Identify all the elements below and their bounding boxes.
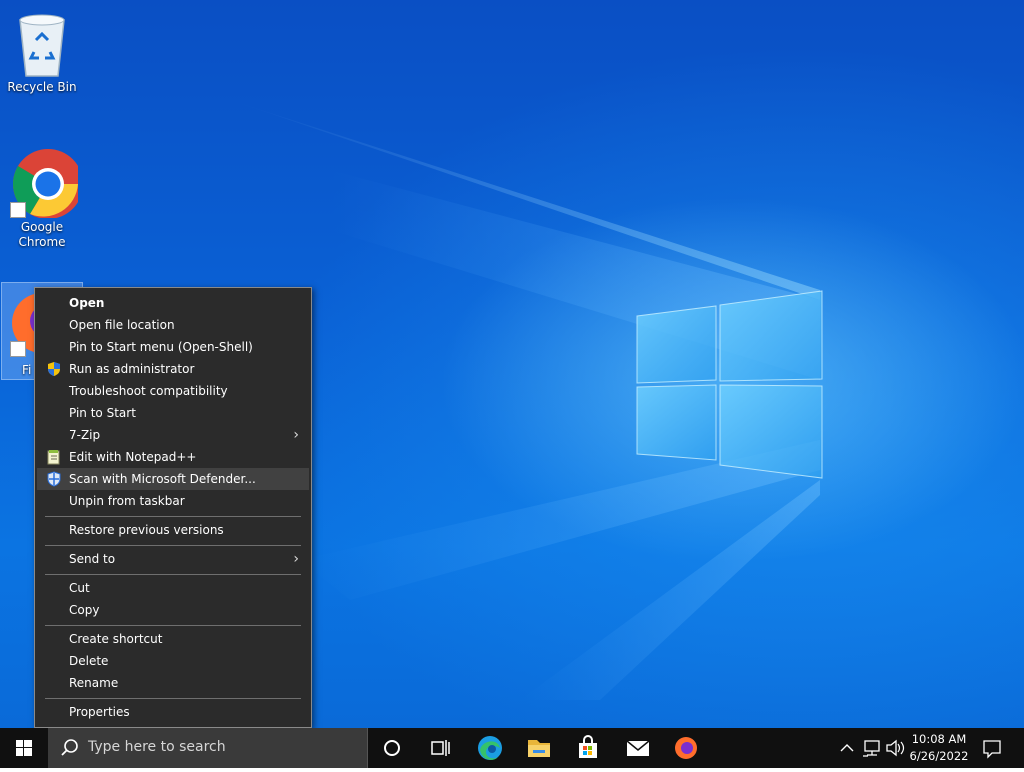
menu-item-delete[interactable]: Delete xyxy=(37,650,309,672)
menu-item-label: Pin to Start xyxy=(69,406,136,420)
menu-item-label: Cut xyxy=(69,581,90,595)
menu-item-scan-with-microsoft-defender[interactable]: Scan with Microsoft Defender... xyxy=(37,468,309,490)
search-box[interactable]: Type here to search xyxy=(48,728,368,768)
menu-item-label: Open file location xyxy=(69,318,175,332)
chevron-up-icon xyxy=(840,744,854,752)
start-button[interactable] xyxy=(0,728,48,768)
menu-item-pin-to-start[interactable]: Pin to Start xyxy=(37,402,309,424)
menu-item-label: Unpin from taskbar xyxy=(69,494,185,508)
desktop-icon-label-line2: Chrome xyxy=(18,235,66,249)
firefox-icon xyxy=(675,737,697,759)
volume-button[interactable] xyxy=(884,728,906,768)
menu-separator xyxy=(45,625,301,626)
menu-item-cut[interactable]: Cut xyxy=(37,577,309,599)
file-explorer-icon xyxy=(528,740,550,757)
menu-separator xyxy=(45,698,301,699)
menu-item-copy[interactable]: Copy xyxy=(37,599,309,621)
uac-shield-icon xyxy=(46,361,62,377)
network-button[interactable] xyxy=(860,728,884,768)
start-icon xyxy=(16,740,32,756)
desktop[interactable]: Recycle Bin Google Chrome Fi Open Open f… xyxy=(0,0,1024,728)
menu-item-troubleshoot-compatibility[interactable]: Troubleshoot compatibility xyxy=(37,380,309,402)
menu-item-send-to[interactable]: Send to › xyxy=(37,548,309,570)
windows-logo xyxy=(636,290,823,479)
action-center-button[interactable] xyxy=(978,728,1006,768)
submenu-arrow-icon: › xyxy=(293,427,299,443)
menu-item-label: Edit with Notepad++ xyxy=(69,450,197,464)
submenu-arrow-icon: › xyxy=(293,551,299,567)
volume-icon xyxy=(886,739,905,757)
menu-item-pin-to-start-menu-open-shell[interactable]: Pin to Start menu (Open-Shell) xyxy=(37,336,309,358)
menu-item-edit-with-notepad-plus-plus[interactable]: Edit with Notepad++ xyxy=(37,446,309,468)
menu-item-label: Send to xyxy=(69,552,116,566)
defender-shield-icon xyxy=(46,471,62,487)
menu-separator xyxy=(45,574,301,575)
menu-item-label: Properties xyxy=(69,705,130,719)
network-icon xyxy=(863,740,880,757)
menu-item-run-as-administrator[interactable]: Run as administrator xyxy=(37,358,309,380)
search-placeholder: Type here to search xyxy=(88,739,226,755)
edge-button[interactable] xyxy=(466,728,514,768)
context-menu: Open Open file location Pin to Start men… xyxy=(34,287,312,728)
menu-item-rename[interactable]: Rename xyxy=(37,672,309,694)
menu-item-open[interactable]: Open xyxy=(37,292,309,314)
show-hidden-icons-button[interactable] xyxy=(836,728,858,768)
desktop-icon-recycle-bin[interactable]: Recycle Bin xyxy=(0,6,84,95)
menu-item-label: 7-Zip xyxy=(69,428,101,442)
shortcut-arrow-icon xyxy=(10,341,26,357)
clock-time: 10:08 AM xyxy=(911,732,967,746)
menu-item-label: Copy xyxy=(69,603,100,617)
mail-icon xyxy=(626,740,650,756)
desktop-icon-label: Recycle Bin xyxy=(7,80,77,94)
menu-item-unpin-from-taskbar[interactable]: Unpin from taskbar xyxy=(37,490,309,512)
mail-button[interactable] xyxy=(614,728,662,768)
store-icon xyxy=(579,735,597,758)
menu-separator xyxy=(45,545,301,546)
menu-item-label: Pin to Start menu (Open-Shell) xyxy=(69,340,253,354)
task-view-button[interactable] xyxy=(416,728,464,768)
taskbar: Type here to search 10:08 AM 6/26/2022 xyxy=(0,728,1024,768)
desktop-icon-google-chrome[interactable]: Google Chrome xyxy=(0,146,84,250)
desktop-icon-label-line1: Google xyxy=(20,220,64,234)
menu-item-label: Troubleshoot compatibility xyxy=(69,384,228,398)
menu-item-label: Create shortcut xyxy=(69,632,163,646)
cortana-icon xyxy=(384,740,400,756)
menu-item-properties[interactable]: Properties xyxy=(37,701,309,723)
menu-separator xyxy=(45,516,301,517)
cortana-button[interactable] xyxy=(368,728,416,768)
menu-item-label: Open xyxy=(69,296,105,310)
search-icon xyxy=(61,739,78,756)
menu-item-label: Delete xyxy=(69,654,109,668)
store-button[interactable] xyxy=(564,728,612,768)
edge-icon xyxy=(478,736,502,760)
menu-item-create-shortcut[interactable]: Create shortcut xyxy=(37,628,309,650)
firefox-taskbar-button[interactable] xyxy=(662,728,710,768)
shortcut-arrow-icon xyxy=(10,202,26,218)
task-view-icon xyxy=(431,740,450,756)
chrome-icon xyxy=(6,146,83,219)
menu-item-label: Scan with Microsoft Defender... xyxy=(69,472,256,486)
notepad-plus-plus-icon xyxy=(46,449,62,465)
menu-item-open-file-location[interactable]: Open file location xyxy=(37,314,309,336)
menu-item-label: Run as administrator xyxy=(69,362,195,376)
recycle-bin-icon xyxy=(6,6,78,78)
menu-item-7zip[interactable]: 7-Zip › xyxy=(37,424,309,446)
menu-item-label: Rename xyxy=(69,676,119,690)
clock-date: 6/26/2022 xyxy=(909,749,969,763)
notification-icon xyxy=(983,740,1001,759)
file-explorer-button[interactable] xyxy=(515,728,563,768)
clock[interactable]: 10:08 AM 6/26/2022 xyxy=(906,731,972,765)
menu-item-label: Restore previous versions xyxy=(69,523,224,537)
menu-item-restore-previous-versions[interactable]: Restore previous versions xyxy=(37,519,309,541)
